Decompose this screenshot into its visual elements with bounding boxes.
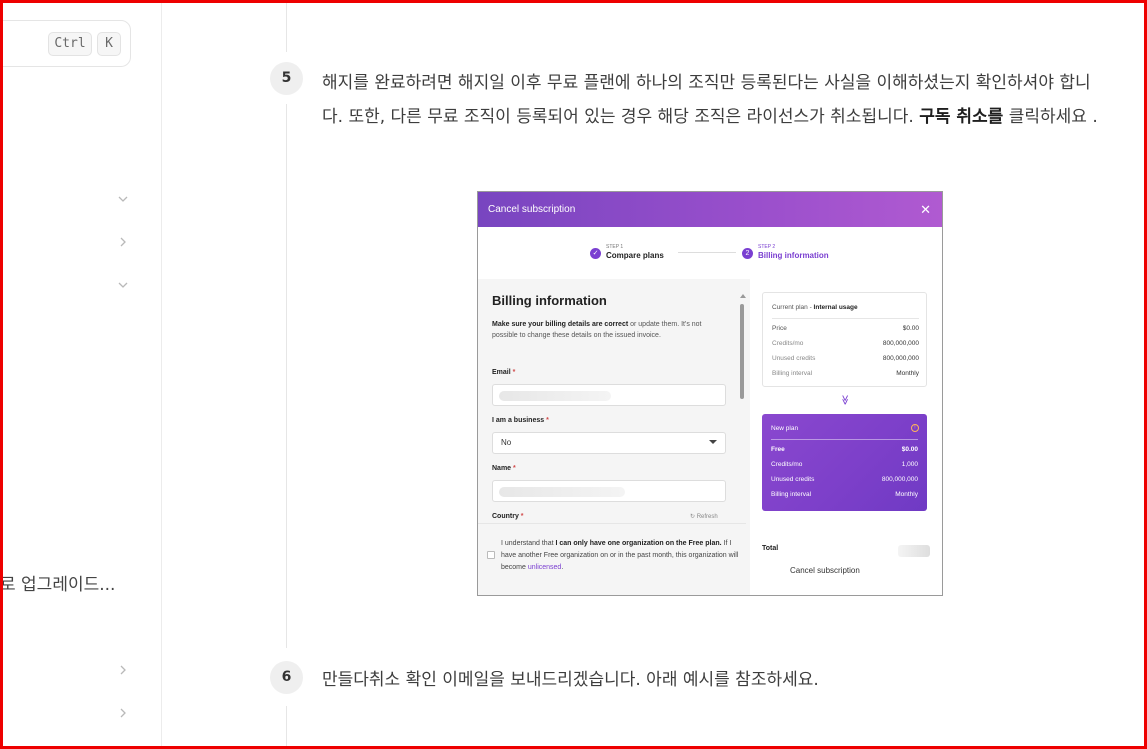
step2-number: 2 — [742, 248, 753, 259]
shortcut-ctrl-key: Ctrl — [48, 32, 92, 56]
plan-row: Billing interval Monthly — [771, 491, 918, 498]
step2-caption: STEP 2 — [758, 244, 776, 250]
chevron-down-icon[interactable] — [116, 192, 130, 206]
chevron-right-icon[interactable] — [116, 663, 130, 677]
total-label: Total — [762, 545, 779, 552]
plan-row: Billing interval Monthly — [772, 370, 919, 377]
email-field — [492, 384, 726, 406]
new-plan-card: New plan ! Free $0.00 Credits/mo 1,000 Unu… — [762, 414, 927, 511]
redacted-total — [898, 545, 930, 557]
timeline-line — [286, 0, 287, 52]
shortcut-k-key: K — [97, 32, 121, 56]
business-select: No — [492, 432, 726, 454]
step-5-text: 해지를 완료하려면 해지일 이후 무료 플랜에 하나의 조직만 등록된다는 사실… — [322, 73, 1098, 127]
step-6-text: 만들다취소 확인 이메일을 보내드리겠습니다. 아래 예시를 참조하세요. — [322, 670, 819, 690]
consent-area: I understand that I can only have one or… — [478, 523, 746, 595]
modal-title: Cancel subscription — [488, 204, 576, 215]
scroll-thumb — [740, 304, 744, 399]
scroll-up-icon — [740, 294, 746, 298]
new-plan-heading: New plan — [771, 425, 799, 432]
plan-row: Unused credits 800,000,000 — [772, 355, 919, 362]
billing-title: Billing information — [492, 293, 607, 308]
billing-form-panel: Billing information Make sure your billi… — [478, 279, 750, 595]
step-number-badge: 5 — [270, 62, 303, 95]
business-label: I am a business * — [492, 417, 549, 424]
plan-row: Free $0.00 — [771, 446, 918, 453]
unlicensed-link: unlicensed — [527, 564, 562, 571]
double-chevron-down-icon: ≫ — [839, 394, 851, 406]
name-label: Name * — [492, 465, 516, 472]
redacted-value — [499, 487, 625, 497]
billing-description: Make sure your billing details are corre… — [492, 321, 702, 339]
country-label: Country * — [492, 513, 524, 520]
search-box[interactable]: Ctrl K — [0, 20, 131, 67]
close-icon: ✕ — [920, 202, 931, 217]
stepper: ✓ STEP 1 Compare plans 2 STEP 2 Billing … — [478, 242, 942, 266]
cancel-subscription-modal-screenshot: Cancel subscription ✕ ✓ STEP 1 Compare p… — [477, 191, 943, 596]
plan-row: Credits/mo 1,000 — [771, 461, 918, 468]
cancel-subscription-button: Cancel subscription — [790, 566, 860, 575]
chevron-right-icon[interactable] — [116, 235, 130, 249]
cancel-subscription-emphasis: 구독 취소를 — [919, 107, 1004, 127]
step1-label: Compare plans — [606, 251, 664, 260]
dropdown-arrow-icon — [709, 440, 717, 444]
info-icon: ! — [911, 424, 919, 432]
divider — [771, 439, 918, 440]
plan-row: Price $0.00 — [772, 325, 919, 332]
modal-header: Cancel subscription ✕ — [478, 192, 942, 227]
step-number-badge: 6 — [270, 661, 303, 694]
divider — [772, 318, 919, 319]
sidebar: Ctrl K 로 업그레이드... — [0, 0, 162, 749]
plan-row: Credits/mo 800,000,000 — [772, 340, 919, 347]
timeline-line — [286, 706, 287, 749]
current-plan-card: Current plan - Internal usage Price $0.00… — [762, 292, 927, 387]
current-plan-heading: Current plan - Internal usage — [772, 304, 858, 311]
step2-label: Billing information — [758, 251, 829, 260]
scrollbar — [740, 294, 746, 530]
consent-text: I understand that I can only have one or… — [501, 540, 739, 571]
business-select-value: No — [501, 438, 512, 447]
refresh-link: ↻ Refresh — [690, 514, 718, 520]
check-icon: ✓ — [590, 248, 601, 259]
email-label: Email * — [492, 369, 516, 376]
stepper-connector — [678, 252, 736, 253]
consent-checkbox — [487, 551, 495, 559]
plan-row: Unused credits 800,000,000 — [771, 476, 918, 483]
sidebar-item-upgrade[interactable]: 로 업그레이드... — [0, 570, 115, 595]
redacted-value — [499, 391, 611, 401]
chevron-down-icon[interactable] — [116, 278, 130, 292]
chevron-right-icon[interactable] — [116, 706, 130, 720]
step1-caption: STEP 1 — [606, 244, 624, 250]
timeline-line — [286, 104, 287, 648]
name-field — [492, 480, 726, 502]
